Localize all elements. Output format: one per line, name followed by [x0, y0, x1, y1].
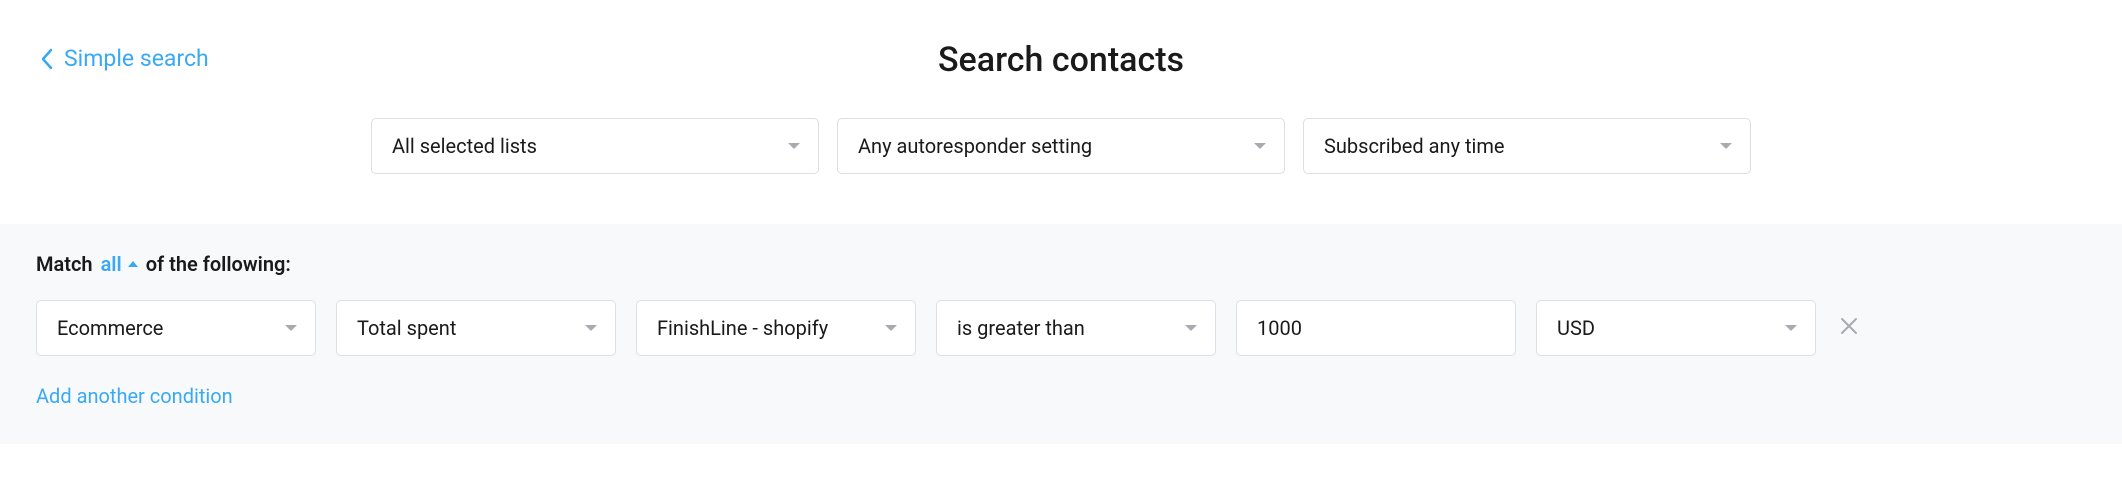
conditions-panel: Match all of the following: Ecommerce To… — [0, 224, 2122, 444]
condition-store-label: FinishLine - shopify — [657, 316, 828, 340]
chevron-down-icon — [1720, 143, 1732, 149]
filter-lists-select[interactable]: All selected lists — [371, 118, 819, 174]
condition-metric-select[interactable]: Total spent — [336, 300, 616, 356]
condition-category-select[interactable]: Ecommerce — [36, 300, 316, 356]
filter-subscribed-select[interactable]: Subscribed any time — [1303, 118, 1751, 174]
condition-value-input[interactable] — [1236, 300, 1516, 356]
back-link-label: Simple search — [64, 45, 209, 72]
condition-operator-label: is greater than — [957, 316, 1085, 340]
filter-subscribed-label: Subscribed any time — [1324, 134, 1505, 158]
chevron-left-icon — [40, 48, 54, 70]
match-mode-toggle[interactable]: all — [101, 252, 138, 276]
chevron-down-icon — [1785, 325, 1797, 331]
match-prefix: Match — [36, 252, 93, 276]
chevron-down-icon — [1185, 325, 1197, 331]
chevron-down-icon — [885, 325, 897, 331]
condition-metric-label: Total spent — [357, 316, 456, 340]
filter-autoresponder-label: Any autoresponder setting — [858, 134, 1092, 158]
condition-operator-select[interactable]: is greater than — [936, 300, 1216, 356]
filter-row: All selected lists Any autoresponder set… — [40, 118, 2082, 174]
condition-store-select[interactable]: FinishLine - shopify — [636, 300, 916, 356]
match-mode-label: all — [101, 252, 122, 276]
chevron-down-icon — [285, 325, 297, 331]
match-line: Match all of the following: — [36, 252, 2086, 276]
add-condition-link[interactable]: Add another condition — [36, 384, 2086, 408]
condition-currency-select[interactable]: USD — [1536, 300, 1816, 356]
condition-category-label: Ecommerce — [57, 316, 163, 340]
chevron-down-icon — [585, 325, 597, 331]
close-icon — [1840, 317, 1858, 335]
filter-autoresponder-select[interactable]: Any autoresponder setting — [837, 118, 1285, 174]
filter-lists-label: All selected lists — [392, 134, 537, 158]
condition-currency-label: USD — [1557, 316, 1595, 340]
simple-search-back-link[interactable]: Simple search — [40, 45, 209, 72]
chevron-down-icon — [1254, 143, 1266, 149]
chevron-down-icon — [788, 143, 800, 149]
remove-condition-button[interactable] — [1836, 313, 1862, 344]
match-suffix: of the following: — [146, 252, 291, 276]
caret-up-icon — [128, 261, 138, 267]
condition-row: Ecommerce Total spent FinishLine - shopi… — [36, 300, 2086, 356]
page-title: Search contacts — [40, 40, 2082, 80]
